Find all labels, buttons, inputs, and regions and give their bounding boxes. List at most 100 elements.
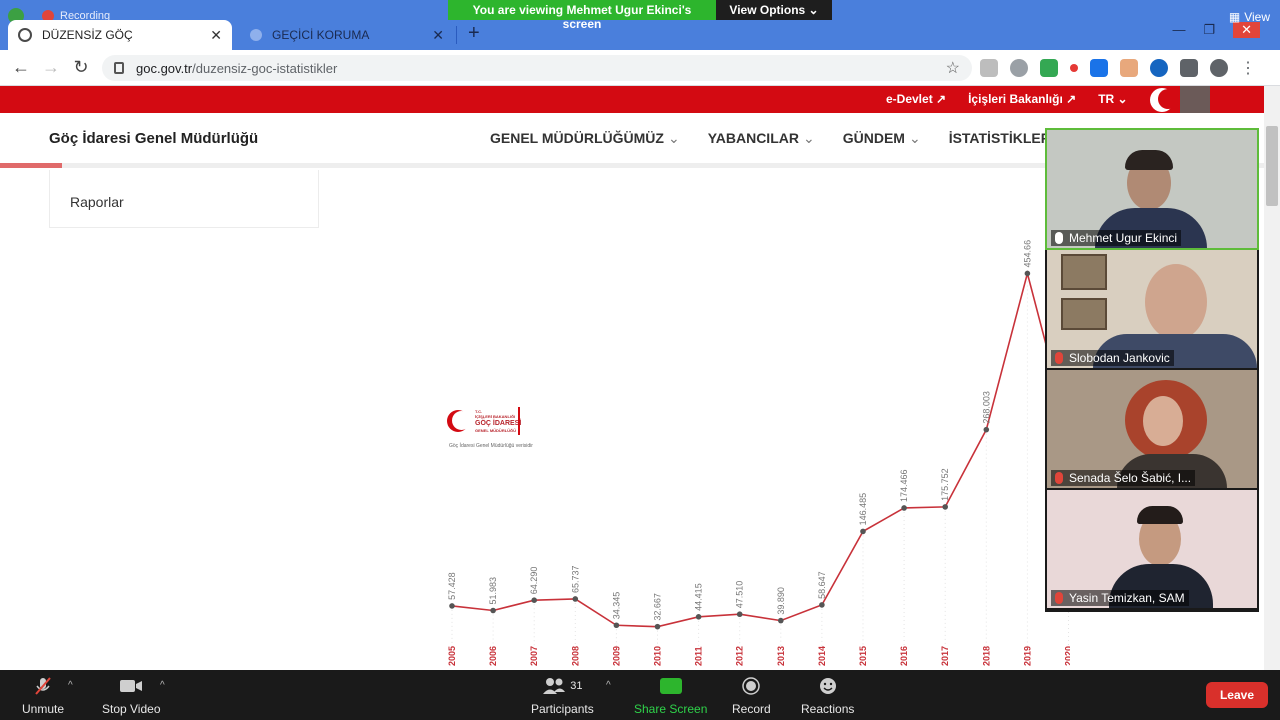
icisleri-label: İçişleri Bakanlığı: [968, 92, 1063, 106]
maximize-icon[interactable]: ❐: [1203, 22, 1215, 38]
puzzle-icon[interactable]: [1180, 59, 1198, 77]
menu-yabancilar[interactable]: YABANCILAR ⌄: [708, 130, 815, 147]
video-tile[interactable]: Senada Šelo Šabić, I...: [1047, 370, 1257, 488]
share-arrow-icon: [659, 678, 682, 694]
back-icon[interactable]: ←: [6, 57, 36, 78]
data-label: 174.466: [899, 469, 909, 502]
watermark-subtitle: Göç İdaresi Genel Müdürlüğü verisidir: [449, 443, 533, 449]
muted-microphone-icon: [1055, 352, 1063, 364]
x-tick-label: 2007: [529, 646, 539, 666]
data-label: 32.667: [653, 593, 663, 621]
menu-gundem[interactable]: GÜNDEM ⌄: [843, 130, 921, 147]
unmute-button[interactable]: Unmute: [22, 676, 64, 716]
minimize-icon[interactable]: —: [1172, 22, 1185, 38]
muted-microphone-icon: [1055, 592, 1063, 604]
new-tab-button[interactable]: +: [468, 22, 480, 45]
caret-up-icon[interactable]: ^: [606, 680, 611, 691]
translate-extension-icon[interactable]: [1150, 59, 1168, 77]
share-screen-button[interactable]: Share Screen: [634, 676, 707, 716]
watermark-text: T.C. İÇİŞLERİ BAKANLIĞI GÖÇ İDARESİ GENE…: [475, 409, 521, 433]
download-extension-icon[interactable]: [1090, 59, 1108, 77]
video-tile[interactable]: Yasin Temizkan, SAM: [1047, 490, 1257, 608]
data-label: 454.66: [1022, 240, 1032, 268]
participant-hair: [1125, 150, 1173, 170]
grid-icon: ▦: [1228, 10, 1241, 24]
data-label: 268.003: [981, 391, 991, 424]
wall-picture: [1061, 254, 1107, 290]
participant-name: Mehmet Ugur Ekinci: [1069, 231, 1178, 245]
x-tick-label: 2014: [817, 646, 827, 666]
address-bar[interactable]: goc.gov.tr/duzensiz-goc-istatistikler ☆: [102, 55, 972, 81]
data-point: [654, 623, 661, 630]
crescent-cut: [1158, 89, 1178, 109]
x-tick-label: 2008: [570, 646, 580, 666]
leave-button[interactable]: Leave: [1205, 682, 1268, 708]
close-icon[interactable]: ✕: [432, 27, 444, 44]
x-tick-label: 2016: [899, 646, 909, 666]
participants-label: Participants: [531, 702, 594, 716]
window-close-icon[interactable]: ✕: [1233, 22, 1260, 38]
x-tick-label: 2006: [488, 646, 498, 666]
data-label: 39.890: [776, 587, 786, 615]
globe-extension-icon[interactable]: [1010, 59, 1028, 77]
site-brand[interactable]: Göç İdaresi Genel Müdürlüğü: [49, 130, 258, 147]
data-label: 47.510: [735, 581, 745, 609]
unmute-label: Unmute: [22, 702, 65, 716]
shield-extension-icon[interactable]: [1040, 59, 1058, 77]
data-point: [572, 596, 579, 602]
chevron-down-icon: ⌄: [667, 130, 680, 146]
edevlet-link[interactable]: e-Devlet ↗: [886, 92, 946, 106]
meeting-controls: Unmute ^ Stop Video ^ 31 Participants ^ …: [0, 670, 1280, 720]
caret-up-icon[interactable]: ^: [68, 680, 73, 691]
reactions-label: Reactions: [801, 702, 855, 716]
participant-face: [1145, 264, 1207, 340]
tab-duzensiz-goc[interactable]: DÜZENSİZ GÖÇ ✕: [8, 20, 232, 50]
video-tile[interactable]: Slobodan Jankovic: [1047, 250, 1257, 368]
participants-button[interactable]: 31 Participants: [531, 676, 594, 716]
tab-separator: [456, 26, 457, 44]
wall-picture: [1061, 298, 1107, 330]
data-point: [695, 614, 702, 620]
data-label: 64.290: [529, 567, 539, 595]
more-menu-icon[interactable]: ⋮: [1240, 58, 1256, 78]
data-point: [983, 426, 990, 433]
reactions-button[interactable]: Reactions: [801, 676, 854, 716]
participants-icon: 31: [542, 676, 582, 696]
stop-video-button[interactable]: Stop Video: [102, 676, 161, 716]
data-point: [860, 528, 866, 535]
video-tile[interactable]: Mehmet Ugur Ekinci: [1045, 128, 1259, 250]
view-options-button[interactable]: View Options ⌄: [716, 0, 832, 20]
tab-gecici-koruma[interactable]: GEÇİCİ KORUMA ✕: [240, 22, 454, 48]
sidebar-item-raporlar[interactable]: Raporlar: [70, 194, 124, 210]
browser-toolbar: ← → ↻ goc.gov.tr/duzensiz-goc-istatistik…: [0, 50, 1280, 86]
url-path: /duzensiz-goc-istatistikler: [192, 60, 338, 76]
reload-icon[interactable]: ↻: [66, 57, 96, 78]
edevlet-label: e-Devlet: [886, 92, 933, 106]
caret-up-icon[interactable]: ^: [160, 680, 165, 691]
participant-name-tag: Mehmet Ugur Ekinci: [1051, 230, 1182, 246]
icisleri-link[interactable]: İçişleri Bakanlığı ↗: [968, 92, 1076, 106]
main-menu: GENEL MÜDÜRLÜĞÜMÜZ ⌄ YABANCILAR ⌄ GÜNDEM ⌄ …: [490, 130, 1067, 147]
language-select[interactable]: TR ⌄: [1098, 92, 1127, 106]
data-label: 175.752: [940, 468, 950, 501]
x-tick-label: 2013: [776, 646, 786, 666]
download-arrow-icon[interactable]: [980, 59, 998, 77]
participant-name: Yasin Temizkan, SAM: [1069, 591, 1185, 605]
x-tick-label: 2017: [940, 646, 950, 666]
bookmark-star-icon[interactable]: ☆: [946, 58, 960, 78]
close-icon[interactable]: ✕: [210, 27, 222, 44]
briefcase-extension-icon[interactable]: [1120, 59, 1138, 77]
muted-microphone-icon: [33, 676, 53, 696]
menu-label: GENEL MÜDÜRLÜĞÜMÜZ: [490, 130, 664, 146]
data-label: 58.647: [817, 571, 827, 599]
forward-icon[interactable]: →: [36, 57, 66, 78]
url-text[interactable]: goc.gov.tr/duzensiz-goc-istatistikler: [136, 61, 946, 76]
page-scrollbar[interactable]: [1264, 86, 1280, 670]
crescent-logo-cut: [452, 411, 471, 430]
scrollbar-thumb[interactable]: [1266, 126, 1278, 206]
profile-icon[interactable]: [1210, 59, 1228, 77]
view-button[interactable]: ▦ View: [1229, 10, 1270, 24]
menu-genel-mudurlugumuz[interactable]: GENEL MÜDÜRLÜĞÜMÜZ ⌄: [490, 130, 680, 147]
record-extension-icon[interactable]: [1070, 64, 1078, 72]
record-button[interactable]: Record: [732, 676, 771, 716]
